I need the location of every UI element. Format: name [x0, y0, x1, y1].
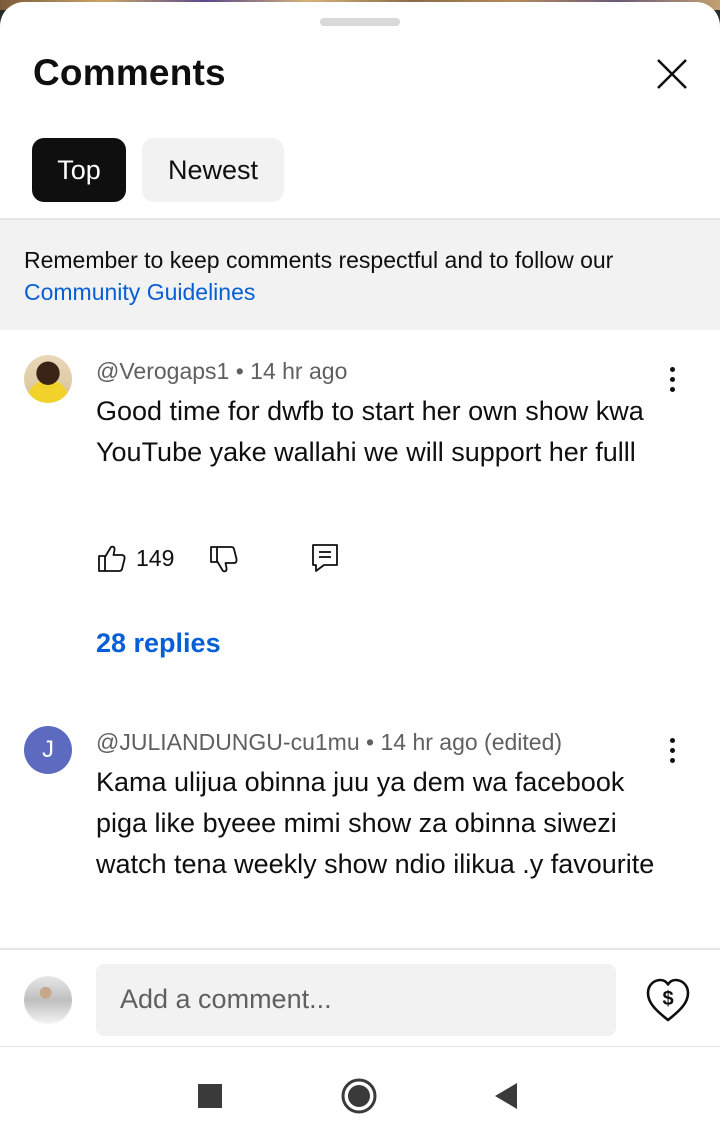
reply-button[interactable] [310, 542, 340, 574]
recents-square-icon [198, 1084, 222, 1108]
kebab-dot [669, 757, 675, 763]
comment-meta: @Verogaps1 • 14 hr ago [96, 358, 347, 385]
sort-newest-chip[interactable]: Newest [142, 138, 284, 202]
back-button[interactable] [494, 1082, 518, 1110]
meta-separator: • [366, 729, 375, 755]
comment-author[interactable]: @JULIANDUNGU-cu1mu [96, 729, 360, 755]
comment-time: 14 hr ago (edited) [380, 729, 563, 755]
drag-handle[interactable] [320, 18, 400, 26]
notice-text: Remember to keep comments respectful and… [24, 247, 614, 273]
close-icon [657, 59, 687, 89]
avatar[interactable]: J [24, 726, 72, 774]
my-avatar [24, 976, 72, 1024]
reply-comment-icon [312, 544, 338, 572]
super-thanks-icon: $ [646, 978, 690, 1022]
thumbs-up-icon [98, 545, 126, 572]
composer-divider [0, 948, 720, 950]
comment-menu-button[interactable] [656, 359, 688, 399]
panel-title: Comments [33, 52, 226, 93]
comment-time: 14 hr ago [250, 358, 348, 384]
dislike-button[interactable] [208, 544, 240, 576]
system-nav-bar [0, 1048, 720, 1142]
kebab-dot [669, 376, 675, 382]
kebab-dot [669, 366, 675, 372]
avatar[interactable] [24, 355, 72, 403]
close-button[interactable] [648, 50, 696, 98]
like-button[interactable] [96, 542, 128, 574]
home-button[interactable] [341, 1078, 377, 1114]
view-replies-link[interactable]: 28 replies [96, 628, 221, 659]
comment-text: Kama ulijua obinna juu ya dem wa faceboo… [96, 767, 655, 879]
nav-divider [0, 1046, 720, 1047]
recents-button[interactable] [198, 1084, 222, 1108]
home-circle-icon [341, 1078, 377, 1114]
guidelines-notice: Remember to keep comments respectful and… [0, 220, 720, 330]
back-triangle-icon [495, 1083, 517, 1109]
community-guidelines-link[interactable]: Community Guidelines [24, 276, 255, 308]
thumbs-down-icon [210, 546, 238, 573]
kebab-dot [669, 386, 675, 392]
add-comment-input[interactable]: Add a comment... [96, 964, 616, 1036]
meta-separator: • [235, 358, 244, 384]
kebab-dot [669, 747, 675, 753]
svg-text:$: $ [662, 988, 673, 1010]
comment-author[interactable]: @Verogaps1 [96, 358, 229, 384]
kebab-dot [669, 737, 675, 743]
comments-sheet: Comments Top Newest Remember to keep com… [0, 2, 720, 1142]
comment-text: Good time for dwfb to start her own show… [96, 396, 644, 467]
sort-top-chip[interactable]: Top [32, 138, 126, 202]
like-count: 149 [136, 545, 175, 571]
comment-meta: @JULIANDUNGU-cu1mu • 14 hr ago (edited) [96, 729, 562, 756]
super-thanks-button[interactable]: $ [644, 974, 692, 1026]
comment-placeholder: Add a comment... [120, 984, 332, 1014]
